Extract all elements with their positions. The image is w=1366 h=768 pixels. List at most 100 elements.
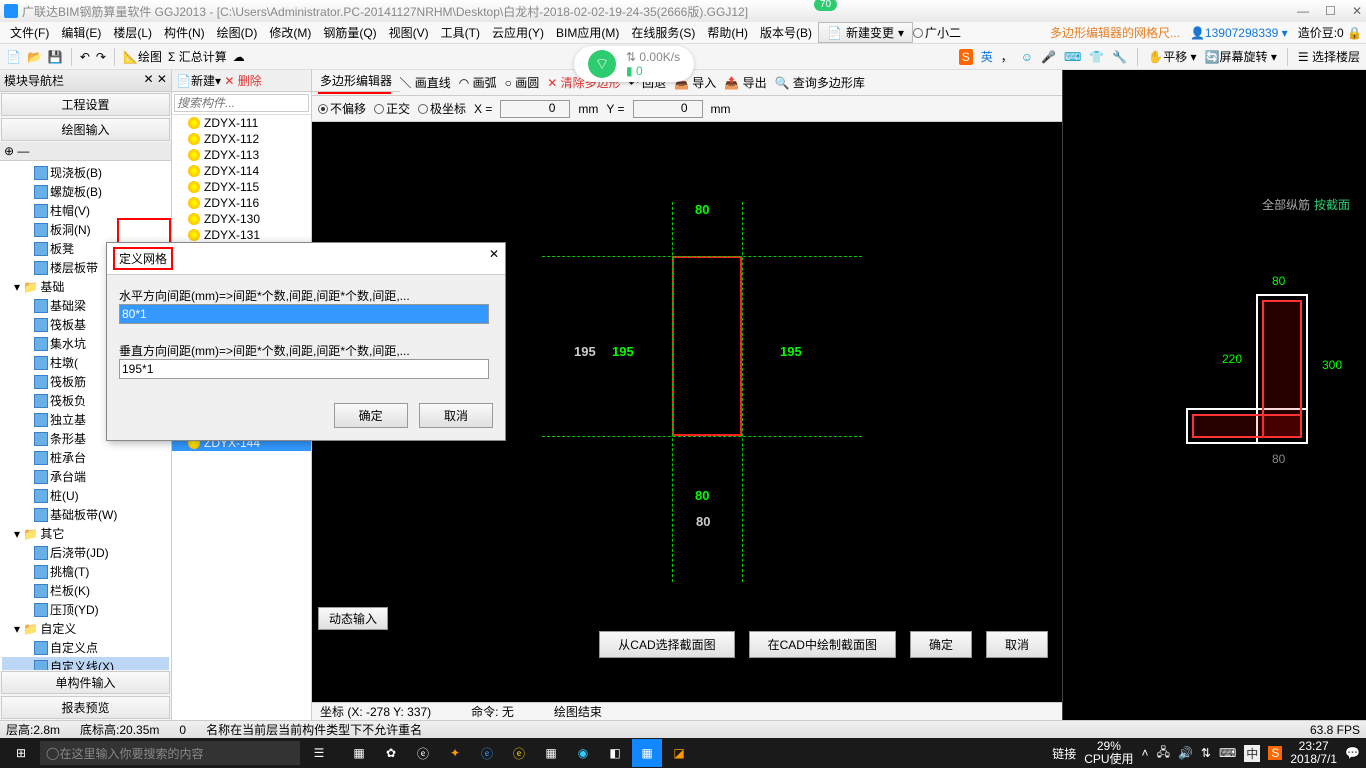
- menu-modify[interactable]: 修改(M): [263, 22, 317, 43]
- new-change-button[interactable]: 📄新建变更 ▾: [818, 22, 913, 43]
- menu-tools[interactable]: 工具(T): [435, 22, 486, 43]
- menu-rebar[interactable]: 钢筋量(Q): [317, 22, 382, 43]
- skin-icon[interactable]: 👕: [1089, 50, 1104, 64]
- redo-icon[interactable]: ↷: [96, 50, 106, 64]
- tb-app[interactable]: ▦: [536, 739, 566, 767]
- emoji-icon[interactable]: ☺: [1021, 50, 1033, 64]
- cad-draw-button[interactable]: 在CAD中绘制截面图: [749, 631, 896, 658]
- menu-bim[interactable]: BIM应用(M): [550, 22, 625, 43]
- menu-help[interactable]: 帮助(H): [701, 22, 754, 43]
- menu-edit[interactable]: 编辑(E): [55, 22, 107, 43]
- maximize-icon[interactable]: ☐: [1325, 4, 1336, 18]
- menu-cloud[interactable]: 云应用(Y): [486, 22, 550, 43]
- list-item[interactable]: ZDYX-114: [172, 163, 311, 179]
- notification-icon[interactable]: 💬: [1345, 746, 1360, 760]
- dialog-ok-button[interactable]: 确定: [334, 403, 408, 428]
- export-button[interactable]: 📤 导出: [724, 74, 766, 91]
- draw-line-button[interactable]: ＼ 画直线: [399, 74, 450, 91]
- query-button[interactable]: 🔍 查询多边形库: [775, 74, 865, 91]
- menu-online[interactable]: 在线服务(S): [625, 22, 701, 43]
- proj-setting-button[interactable]: 工程设置: [1, 93, 170, 116]
- cortana-search[interactable]: ◯ 在这里输入你要搜索的内容: [40, 741, 300, 765]
- tree-item[interactable]: 板洞(N): [2, 220, 169, 239]
- menu-component[interactable]: 构件(N): [158, 22, 211, 43]
- delete-item-button[interactable]: ✕ 删除: [224, 74, 261, 88]
- list-item[interactable]: ZDYX-116: [172, 195, 311, 211]
- search-input[interactable]: [174, 94, 309, 112]
- ok-button[interactable]: 确定: [910, 631, 972, 658]
- tb-app[interactable]: ⓔ: [408, 739, 438, 767]
- tb-app[interactable]: ▦: [344, 739, 374, 767]
- phone-link[interactable]: 👤13907298339 ▾: [1190, 26, 1288, 40]
- tb-app[interactable]: ◪: [664, 739, 694, 767]
- minimize-icon[interactable]: —: [1297, 4, 1309, 18]
- tray-input-icon[interactable]: ⌨: [1219, 746, 1236, 760]
- tree-item-selected[interactable]: 自定义线(X): [2, 657, 169, 670]
- menu-file[interactable]: 文件(F): [4, 22, 55, 43]
- rotate-button[interactable]: 🔄屏幕旋转 ▾: [1205, 48, 1277, 65]
- radio-ortho[interactable]: 正交: [374, 100, 410, 117]
- start-button[interactable]: ⊞: [6, 738, 36, 768]
- menu-version[interactable]: 版本号(B): [754, 22, 818, 43]
- tree-item[interactable]: 压顶(YD): [2, 600, 169, 619]
- list-item[interactable]: ZDYX-112: [172, 131, 311, 147]
- list-item[interactable]: ZDYX-113: [172, 147, 311, 163]
- close-icon[interactable]: ✕: [1352, 4, 1362, 18]
- list-item[interactable]: ZDYX-111: [172, 115, 311, 131]
- y-input[interactable]: 0: [633, 100, 703, 118]
- tip-text[interactable]: 多边形编辑器的网格尺...: [1050, 24, 1180, 41]
- tb-app[interactable]: ▦: [632, 739, 662, 767]
- new-item-button[interactable]: 📄新建▾: [176, 74, 221, 88]
- tray-volume-icon[interactable]: 🔊: [1178, 746, 1193, 760]
- sum-button[interactable]: Σ 汇总计算: [168, 48, 227, 65]
- wrench-icon[interactable]: 🔧: [1112, 50, 1127, 64]
- tray-network-icon[interactable]: 🖧: [1157, 743, 1170, 764]
- tree-item[interactable]: 挑檐(T): [2, 562, 169, 581]
- list-item[interactable]: ZDYX-115: [172, 179, 311, 195]
- tb-app[interactable]: ◉: [568, 739, 598, 767]
- list-item[interactable]: ZDYX-131: [172, 227, 311, 243]
- ime-indicator[interactable]: 中: [1244, 745, 1260, 762]
- cloud-check-icon[interactable]: ☁: [233, 50, 245, 64]
- x-input[interactable]: 0: [500, 100, 570, 118]
- menu-draw[interactable]: 绘图(D): [211, 22, 264, 43]
- menu-floor[interactable]: 楼层(L): [107, 22, 158, 43]
- tray-up-icon[interactable]: ˄: [1142, 746, 1149, 760]
- dialog-close-icon[interactable]: ✕: [489, 247, 499, 270]
- h-spacing-input[interactable]: [119, 304, 489, 324]
- dynamic-input-button[interactable]: 动态输入: [318, 607, 388, 630]
- tb-app[interactable]: ✦: [440, 739, 470, 767]
- dialog-cancel-button[interactable]: 取消: [419, 403, 493, 428]
- mic-icon[interactable]: 🎤: [1041, 50, 1056, 64]
- unit-input-button[interactable]: 单构件输入: [1, 671, 170, 694]
- draw-button[interactable]: 📐绘图: [123, 48, 162, 65]
- list-item[interactable]: ZDYX-130: [172, 211, 311, 227]
- save-icon[interactable]: 💾: [48, 50, 63, 64]
- draw-input-button[interactable]: 绘图输入: [1, 118, 170, 141]
- user-switch[interactable]: 广小二: [913, 24, 961, 41]
- tree-group-zdy[interactable]: ▾ 📁 自定义: [2, 619, 169, 638]
- draw-circle-button[interactable]: ○ 画圆: [505, 74, 540, 91]
- tree-item[interactable]: 现浇板(B): [2, 163, 169, 182]
- sogou-icon[interactable]: S: [959, 49, 973, 65]
- draw-arc-button[interactable]: ◠ 画弧: [459, 74, 497, 91]
- keyboard-icon[interactable]: ⌨: [1064, 50, 1081, 64]
- menu-view[interactable]: 视图(V): [383, 22, 435, 43]
- tb-app[interactable]: ◧: [600, 739, 630, 767]
- new-file-icon[interactable]: 📄: [6, 50, 21, 64]
- tree-item[interactable]: 螺旋板(B): [2, 182, 169, 201]
- tb-app[interactable]: ✿: [376, 739, 406, 767]
- report-preview-button[interactable]: 报表预览: [1, 696, 170, 719]
- radio-offset[interactable]: 不偏移: [318, 100, 366, 117]
- open-icon[interactable]: 📂: [27, 50, 42, 64]
- radio-polar[interactable]: 极坐标: [418, 100, 466, 117]
- tree-item[interactable]: 基础板带(W): [2, 505, 169, 524]
- tree-item[interactable]: 自定义点: [2, 638, 169, 657]
- sogou-tray-icon[interactable]: S: [1268, 746, 1282, 760]
- tree-mode-icons[interactable]: ⊕ —: [0, 142, 171, 161]
- tree-group-qita[interactable]: ▾ 📁 其它: [2, 524, 169, 543]
- tray-wifi-icon[interactable]: ⇅: [1201, 746, 1211, 760]
- cancel-button[interactable]: 取消: [986, 631, 1048, 658]
- tree-item[interactable]: 栏板(K): [2, 581, 169, 600]
- v-spacing-input[interactable]: [119, 359, 489, 379]
